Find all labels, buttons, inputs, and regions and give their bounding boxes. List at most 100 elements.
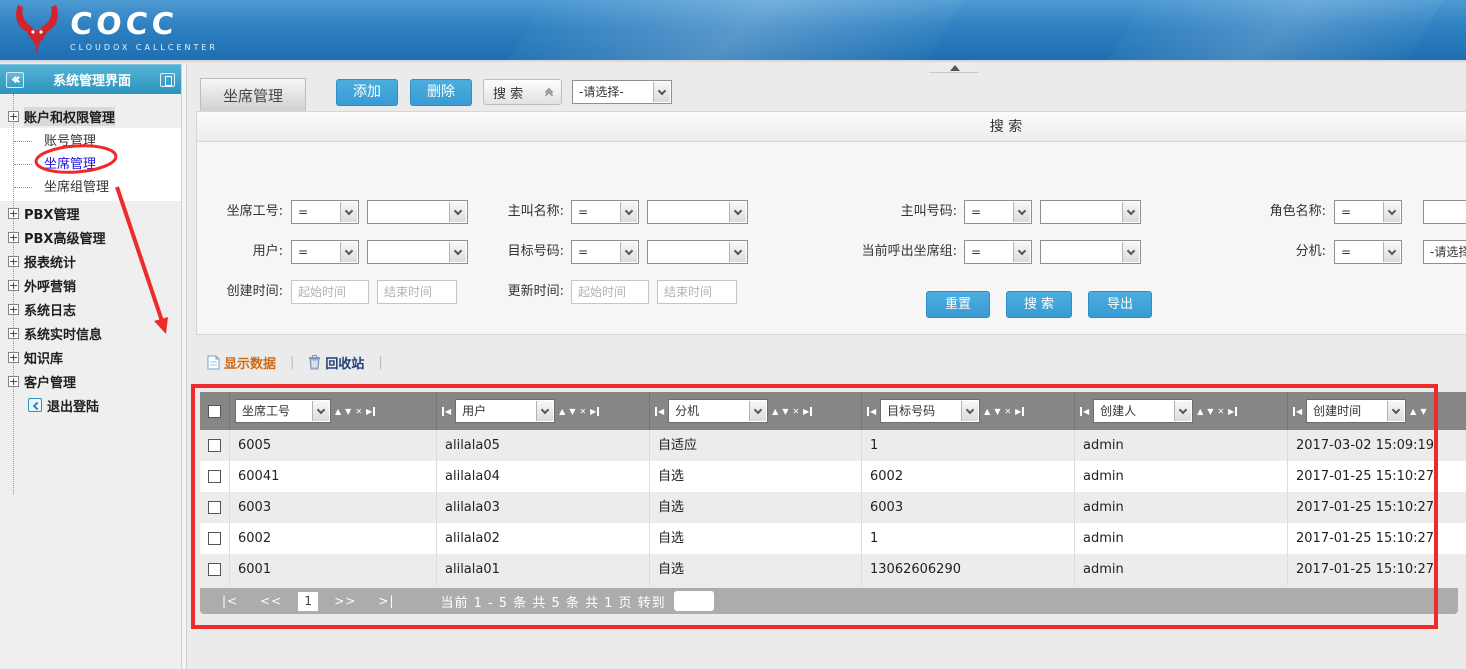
row-checkbox[interactable] (208, 501, 221, 514)
sidebar-item-logout[interactable]: 退出登陆 (0, 393, 181, 417)
goto-page-input[interactable] (674, 591, 714, 611)
tree-expand-icon[interactable] (8, 328, 19, 339)
sort-desc-icon[interactable]: ▼ (994, 407, 1000, 416)
row-checkbox[interactable] (208, 532, 221, 545)
move-column-left-icon[interactable]: ◀ (442, 407, 451, 416)
updated-start-input[interactable] (571, 280, 649, 304)
column-select[interactable]: 目标号码 (880, 399, 980, 423)
reset-button[interactable]: 重置 (926, 291, 990, 318)
table-row[interactable]: 6002 alilala02 自选 1 admin 2017-01-25 15:… (200, 523, 1466, 554)
row-checkbox[interactable] (208, 470, 221, 483)
value-select-caller-name[interactable] (647, 200, 748, 224)
last-page-button[interactable]: >| (378, 594, 394, 608)
remove-column-icon[interactable]: ✕ (1004, 407, 1011, 416)
table-row[interactable]: 60041 alilala04 自选 6002 admin 2017-01-25… (200, 461, 1466, 492)
sidebar-item-outbound[interactable]: 外呼营销 (0, 273, 181, 297)
select-all-checkbox[interactable] (208, 405, 221, 418)
current-page-box[interactable]: 1 (298, 592, 318, 611)
move-column-right-icon[interactable]: ▶ (1228, 407, 1237, 416)
sort-asc-icon[interactable]: ▲ (559, 407, 565, 416)
updated-end-input[interactable] (657, 280, 737, 304)
remove-column-icon[interactable]: ✕ (1217, 407, 1224, 416)
sidebar-item-knowledge-base[interactable]: 知识库 (0, 345, 181, 369)
sort-desc-icon[interactable]: ▼ (569, 407, 575, 416)
value-select-outbound-group[interactable] (1040, 240, 1141, 264)
sort-desc-icon[interactable]: ▼ (1207, 407, 1213, 416)
row-checkbox[interactable] (208, 563, 221, 576)
sort-asc-icon[interactable]: ▲ (1197, 407, 1203, 416)
table-row[interactable]: 6001 alilala01 自选 13062606290 admin 2017… (200, 554, 1466, 585)
operator-select-user[interactable]: = (291, 240, 359, 264)
sort-desc-icon[interactable]: ▼ (345, 407, 351, 416)
move-column-left-icon[interactable]: ◀ (1080, 407, 1089, 416)
value-select-caller-number[interactable] (1040, 200, 1141, 224)
tree-expand-icon[interactable] (8, 352, 19, 363)
column-select[interactable]: 创建时间 (1306, 399, 1406, 423)
tree-expand-icon[interactable] (8, 280, 19, 291)
column-select[interactable]: 分机 (668, 399, 768, 423)
tree-expand-icon[interactable] (8, 232, 19, 243)
move-column-right-icon[interactable]: ▶ (590, 407, 599, 416)
sidebar-collapse-button[interactable] (6, 72, 24, 88)
tree-expand-icon[interactable] (8, 208, 19, 219)
recycle-bin-link[interactable]: 回收站 (308, 353, 364, 372)
quick-filter-select[interactable]: -请选择- (572, 80, 672, 104)
sort-asc-icon[interactable]: ▲ (984, 407, 990, 416)
sort-asc-icon[interactable]: ▲ (772, 407, 778, 416)
header-collapse-handle[interactable] (929, 62, 979, 73)
tree-expand-icon[interactable] (8, 304, 19, 315)
value-select-role-name[interactable] (1423, 200, 1466, 224)
column-select[interactable]: 坐席工号 (235, 399, 331, 423)
column-select[interactable]: 创建人 (1093, 399, 1193, 423)
created-start-input[interactable] (291, 280, 369, 304)
move-column-right-icon[interactable]: ▶ (803, 407, 812, 416)
value-select-extension[interactable]: -请选择- (1423, 240, 1466, 264)
sidebar-item-realtime-info[interactable]: 系统实时信息 (0, 321, 181, 345)
table-row[interactable]: 6005 alilala05 自适应 1 admin 2017-03-02 15… (200, 430, 1466, 461)
sidebar-item-account-mgmt[interactable]: 账号管理 (0, 130, 181, 153)
pin-icon[interactable] (160, 73, 175, 87)
sidebar-item-pbx-advanced[interactable]: PBX高级管理 (0, 225, 181, 249)
tree-expand-icon[interactable] (8, 111, 19, 122)
next-page-button[interactable]: >> (334, 594, 356, 608)
tree-expand-icon[interactable] (8, 376, 19, 387)
operator-select-role-name[interactable]: = (1334, 200, 1402, 224)
sidebar-item-reports[interactable]: 报表统计 (0, 249, 181, 273)
operator-select-caller-name[interactable]: = (571, 200, 639, 224)
value-select-target-number[interactable] (647, 240, 748, 264)
remove-column-icon[interactable]: ✕ (792, 407, 799, 416)
table-row[interactable]: 6003 alilala03 自选 6003 admin 2017-01-25 … (200, 492, 1466, 523)
sidebar-item-customer-mgmt[interactable]: 客户管理 (0, 369, 181, 393)
sort-asc-icon[interactable]: ▲ (335, 407, 341, 416)
add-button[interactable]: 添加 (336, 79, 398, 106)
operator-select-extension[interactable]: = (1334, 240, 1402, 264)
move-column-right-icon[interactable]: ▶ (1015, 407, 1024, 416)
operator-select-caller-number[interactable]: = (964, 200, 1032, 224)
sidebar-item-pbx[interactable]: PBX管理 (0, 201, 181, 225)
show-data-link[interactable]: 显示数据 (207, 353, 276, 372)
search-panel-toggle-button[interactable]: 搜 索 (483, 79, 562, 105)
move-column-left-icon[interactable]: ◀ (1293, 407, 1302, 416)
move-column-left-icon[interactable]: ◀ (655, 407, 664, 416)
remove-column-icon[interactable]: ✕ (579, 407, 586, 416)
operator-select-target-number[interactable]: = (571, 240, 639, 264)
sort-desc-icon[interactable]: ▼ (1420, 407, 1426, 416)
move-column-right-icon[interactable]: ▶ (366, 407, 375, 416)
move-column-left-icon[interactable]: ◀ (867, 407, 876, 416)
operator-select-agent-id[interactable]: = (291, 200, 359, 224)
sidebar-item-agent-group-mgmt[interactable]: 坐席组管理 (0, 176, 181, 199)
operator-select-outbound-group[interactable]: = (964, 240, 1032, 264)
tab-agent-management[interactable]: 坐席管理 (200, 78, 306, 112)
delete-button[interactable]: 删除 (410, 79, 472, 106)
sidebar-splitter[interactable] (181, 64, 187, 669)
sort-asc-icon[interactable]: ▲ (1410, 407, 1416, 416)
sidebar-item-agent-mgmt[interactable]: 坐席管理 (0, 153, 181, 176)
search-button[interactable]: 搜 索 (1006, 291, 1072, 318)
remove-column-icon[interactable]: ✕ (355, 407, 362, 416)
first-page-button[interactable]: |< (222, 594, 238, 608)
sidebar-item-account-permission[interactable]: 账户和权限管理 (0, 104, 181, 128)
sort-desc-icon[interactable]: ▼ (782, 407, 788, 416)
row-checkbox[interactable] (208, 439, 221, 452)
tree-expand-icon[interactable] (8, 256, 19, 267)
column-select[interactable]: 用户 (455, 399, 555, 423)
